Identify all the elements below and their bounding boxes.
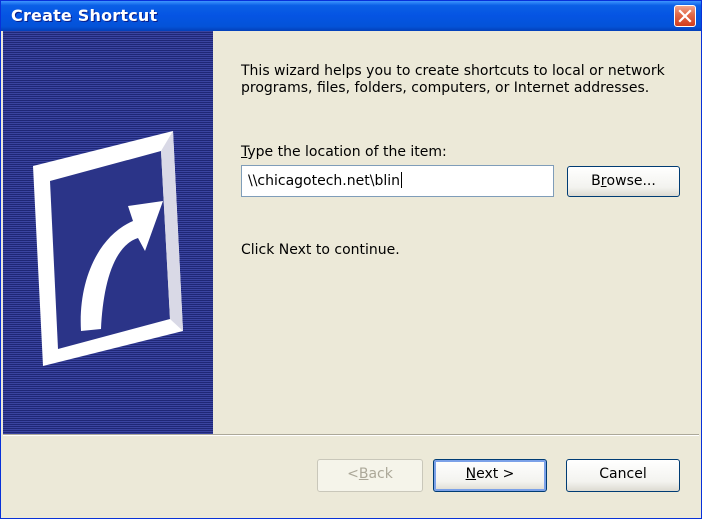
browse-button[interactable]: Browse... [567,166,680,197]
shortcut-arrow-icon [33,131,183,366]
next-label-mnemonic: N [465,466,477,482]
intro-text: This wizard helps you to create shortcut… [241,63,665,96]
close-icon [678,9,692,23]
wizard-banner [3,31,213,434]
intro-block: This wizard helps you to create shortcut… [241,63,681,97]
next-button[interactable]: Next > [433,459,547,492]
location-label: Type the location of the item: [241,144,447,160]
cancel-button[interactable]: Cancel [566,459,680,492]
location-label-text: ype the location of the item: [247,144,447,160]
text-caret [400,172,402,188]
continue-text: Click Next to continue. [241,242,400,258]
window-title: Create Shortcut [11,6,158,25]
back-label-mnemonic: B [358,466,369,482]
footer-divider [3,434,699,436]
cancel-label: Cancel [599,466,647,482]
browse-label-pre: B [591,173,601,189]
create-shortcut-dialog: Create Shortcut This wizard helps you to… [0,0,702,519]
back-label-post: ack [368,466,393,482]
browse-label-post: owse... [606,173,656,189]
back-button[interactable]: < Back [317,459,423,492]
back-label-pre: < [347,466,359,482]
location-input-value: \\chicagotech.net\blin [248,173,400,189]
title-bar[interactable]: Create Shortcut [1,1,701,31]
next-label-post: ext > [476,466,515,482]
close-button[interactable] [674,5,696,27]
location-input[interactable]: \\chicagotech.net\blin [241,165,554,197]
